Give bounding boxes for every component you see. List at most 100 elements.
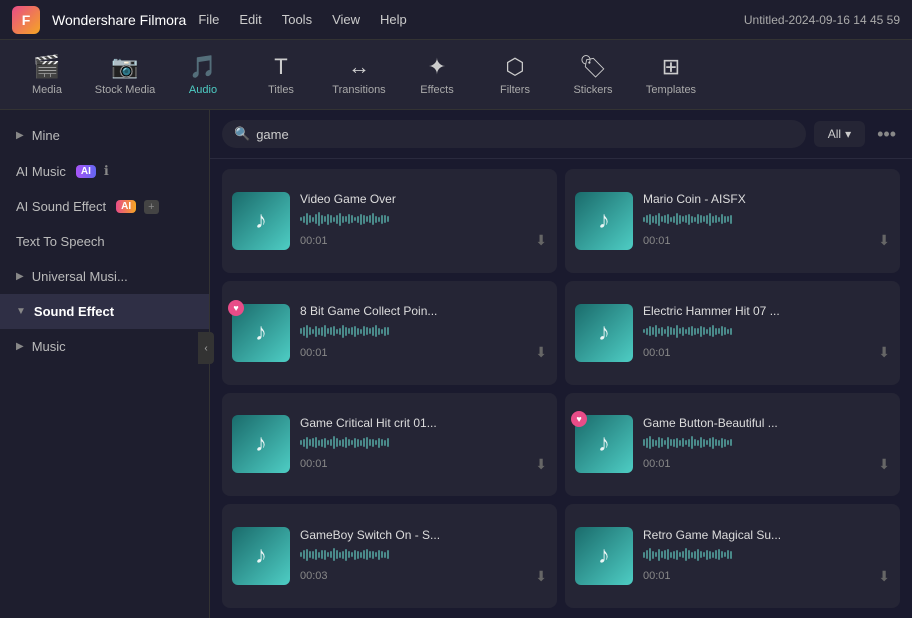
waveform-bar	[691, 436, 693, 449]
sidebar-item-ai-music[interactable]: AI MusicAIℹ	[0, 153, 209, 189]
download-button[interactable]: ⬇	[535, 456, 547, 473]
waveform-bar	[345, 327, 347, 336]
waveform-bar	[360, 440, 362, 446]
sidebar-item-ai-sound-effect[interactable]: AI Sound EffectAI+	[0, 189, 209, 224]
waveform-bar	[363, 438, 365, 447]
waveform-bar	[300, 552, 302, 557]
toolbar-item-stock-media[interactable]: 📷 Stock Media	[88, 46, 162, 104]
waveform-bar	[384, 552, 386, 558]
waveform-bar	[309, 439, 311, 446]
toolbar-label-stickers: Stickers	[573, 84, 612, 96]
waveform-bar	[673, 551, 675, 559]
waveform-bar	[715, 328, 717, 335]
waveform-bar	[673, 216, 675, 223]
waveform-bar	[700, 215, 702, 223]
waveform-bar	[321, 327, 323, 336]
toolbar-item-effects[interactable]: ✦ Effects	[400, 46, 474, 104]
sidebar-item-text-to-speech[interactable]: Text To Speech	[0, 224, 209, 259]
expand-arrow-sound-effect: ▼	[16, 306, 26, 317]
sound-title: Video Game Over	[300, 192, 547, 206]
waveform-bar	[682, 327, 684, 336]
menu-help[interactable]: Help	[380, 12, 407, 27]
toolbar-item-titles[interactable]: T Titles	[244, 46, 318, 104]
more-options-button[interactable]: •••	[873, 124, 900, 145]
toolbar-item-audio[interactable]: 🎵 Audio	[166, 46, 240, 104]
download-button[interactable]: ⬇	[535, 344, 547, 361]
sound-card[interactable]: ♪ Mario Coin - AISFX 00:01 ⬇	[565, 169, 900, 273]
sound-card[interactable]: ♪ Video Game Over 00:01 ⬇	[222, 169, 557, 273]
waveform-bar	[658, 213, 660, 226]
menu-tools[interactable]: Tools	[282, 12, 312, 27]
toolbar-item-stickers[interactable]: 🏷 Stickers	[556, 46, 630, 104]
waveform-bar	[369, 439, 371, 446]
download-button[interactable]: ⬇	[878, 344, 890, 361]
sidebar-collapse-button[interactable]: ‹	[198, 332, 214, 364]
waveform	[300, 434, 547, 452]
sound-card[interactable]: ♥ ♪ 8 Bit Game Collect Poin... 00:01 ⬇	[222, 281, 557, 385]
download-button[interactable]: ⬇	[878, 568, 890, 585]
waveform-bar	[727, 329, 729, 334]
waveform-bar	[306, 325, 308, 338]
waveform-bar	[333, 548, 335, 561]
toolbar-label-media: Media	[32, 84, 62, 96]
menu-edit[interactable]: Edit	[239, 12, 261, 27]
sound-thumbnail: ♪	[232, 527, 290, 585]
waveform-bar	[700, 437, 702, 448]
waveform-bar	[330, 327, 332, 335]
waveform-bar	[348, 551, 350, 558]
sidebar-item-music[interactable]: ▶Music	[0, 329, 209, 364]
download-button[interactable]: ⬇	[535, 568, 547, 585]
waveform-bar	[348, 439, 350, 446]
sidebar-item-sound-effect[interactable]: ▼Sound Effect	[0, 294, 209, 329]
waveform-bar	[387, 216, 389, 222]
download-button[interactable]: ⬇	[535, 232, 547, 249]
menu-view[interactable]: View	[332, 12, 360, 27]
waveform	[643, 210, 890, 228]
waveform-bar	[646, 438, 648, 448]
sound-card[interactable]: ♪ GameBoy Switch On - S... 00:03 ⬇	[222, 504, 557, 608]
filter-button[interactable]: All ▾	[814, 121, 865, 147]
sidebar-item-mine[interactable]: ▶Mine	[0, 118, 209, 153]
waveform-bar	[724, 439, 726, 447]
sound-card[interactable]: ♪ Game Critical Hit crit 01... 00:01 ⬇	[222, 393, 557, 497]
toolbar-item-media[interactable]: 🎬 Media	[10, 46, 84, 104]
toolbar-label-transitions: Transitions	[332, 84, 385, 96]
menu-file[interactable]: File	[198, 12, 219, 27]
waveform-bar	[670, 552, 672, 558]
waveform-bar	[330, 215, 332, 223]
toolbar-item-templates[interactable]: ⊞ Templates	[634, 46, 708, 104]
waveform-bar	[712, 552, 714, 558]
ai-badge2-ai-sound-effect: AI	[116, 200, 136, 213]
waveform-bar	[676, 550, 678, 560]
waveform-bar	[312, 217, 314, 222]
waveform-bar	[646, 550, 648, 559]
waveform-bar	[715, 439, 717, 446]
waveform-bar	[697, 328, 699, 334]
card-footer: 00:01 ⬇	[643, 456, 890, 473]
waveform-bar	[658, 437, 660, 448]
waveform-bar	[354, 550, 356, 560]
toolbar-item-transitions[interactable]: ↔ Transitions	[322, 46, 396, 104]
toolbar-item-filters[interactable]: ⬡ Filters	[478, 46, 552, 104]
waveform-bar	[312, 438, 314, 447]
waveform-bar	[321, 439, 323, 447]
sidebar-label-ai-sound-effect: AI Sound Effect	[16, 199, 106, 214]
waveform-bar	[306, 549, 308, 561]
search-input-wrap[interactable]: 🔍	[222, 120, 806, 148]
download-button[interactable]: ⬇	[878, 456, 890, 473]
sidebar-item-universal-music[interactable]: ▶Universal Musi...	[0, 259, 209, 294]
waveform-bar	[721, 214, 723, 224]
sound-card[interactable]: ♪ Retro Game Magical Su... 00:01 ⬇	[565, 504, 900, 608]
music-note-icon: ♪	[598, 319, 610, 347]
sound-card[interactable]: ♪ Electric Hammer Hit 07 ... 00:01 ⬇	[565, 281, 900, 385]
search-input[interactable]	[256, 127, 794, 142]
waveform-bar	[718, 549, 720, 560]
waveform-bar	[354, 217, 356, 221]
waveform-bar	[709, 438, 711, 447]
sound-grid: ♪ Video Game Over 00:01 ⬇ ♪ Mario Coin -…	[210, 159, 912, 618]
download-button[interactable]: ⬇	[878, 232, 890, 249]
waveform-bar	[715, 550, 717, 559]
waveform-bar	[318, 212, 320, 226]
sound-card[interactable]: ♥ ♪ Game Button-Beautiful ... 00:01 ⬇	[565, 393, 900, 497]
waveform-bar	[300, 328, 302, 334]
